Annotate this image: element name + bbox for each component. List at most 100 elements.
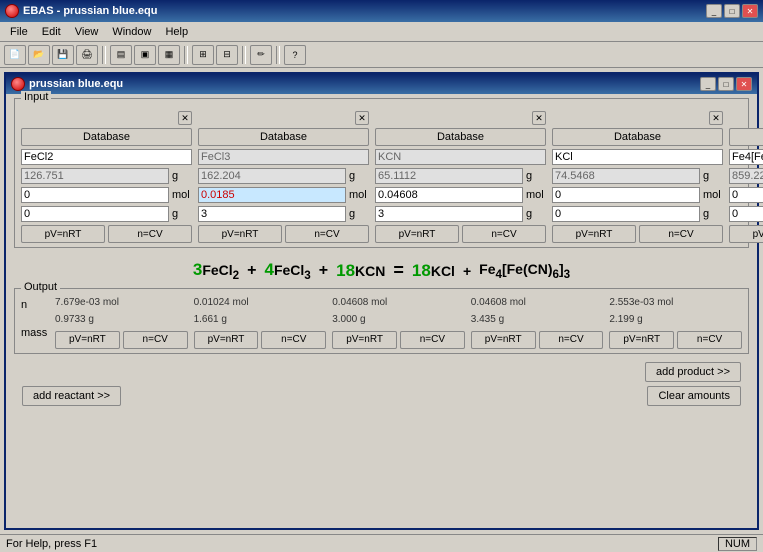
out-ncv-3[interactable]: n=CV bbox=[400, 331, 465, 349]
minimize-button[interactable]: _ bbox=[706, 4, 722, 18]
out-ncv-5[interactable]: n=CV bbox=[677, 331, 742, 349]
pvnrt-btn-5[interactable]: pV=nRT bbox=[729, 225, 763, 243]
open-button[interactable]: 📂 bbox=[28, 45, 50, 65]
close-compound-4[interactable]: ✕ bbox=[709, 111, 723, 125]
out-pvnrt-4[interactable]: pV=nRT bbox=[471, 331, 536, 349]
tool-2[interactable]: ▣ bbox=[134, 45, 156, 65]
out-ncv-2[interactable]: n=CV bbox=[261, 331, 326, 349]
add-reactant-button[interactable]: add reactant >> bbox=[22, 386, 121, 406]
add-product-button[interactable]: add product >> bbox=[645, 362, 741, 382]
inner-restore-button[interactable]: □ bbox=[718, 77, 734, 91]
mass-row-4: g bbox=[552, 206, 723, 222]
tool-1[interactable]: ▤ bbox=[110, 45, 132, 65]
ncv-btn-4[interactable]: n=CV bbox=[639, 225, 723, 243]
inner-close-button[interactable]: ✕ bbox=[736, 77, 752, 91]
inner-title-left: prussian blue.equ bbox=[11, 77, 123, 91]
inner-title-controls[interactable]: _ □ ✕ bbox=[700, 77, 752, 91]
output-col-5: 2.553e-03 mol 2.199 g pV=nRT n=CV bbox=[609, 297, 742, 349]
formula-input-5[interactable] bbox=[729, 149, 763, 165]
out-ncv-1[interactable]: n=CV bbox=[123, 331, 188, 349]
mass-input-2[interactable] bbox=[198, 206, 346, 222]
close-compound-1[interactable]: ✕ bbox=[178, 111, 192, 125]
bottom-left: add reactant >> bbox=[22, 386, 121, 406]
out-pvnrt-1[interactable]: pV=nRT bbox=[55, 331, 120, 349]
formula-row-2 bbox=[198, 149, 369, 165]
compound-col-2: ✕ Database g mol bbox=[198, 111, 369, 243]
pvnrt-btn-2[interactable]: pV=nRT bbox=[198, 225, 282, 243]
mass-input-5[interactable] bbox=[729, 206, 763, 222]
clear-amounts-button[interactable]: Clear amounts bbox=[647, 386, 741, 406]
eq-p2: Fe4[Fe(CN)6]3 bbox=[479, 261, 570, 281]
inner-title: prussian blue.equ bbox=[29, 78, 123, 90]
mw-row-2: g bbox=[198, 168, 369, 184]
out-mass-3: 3.000 g bbox=[332, 314, 465, 325]
database-btn-3[interactable]: Database bbox=[375, 128, 546, 146]
pvnrt-btn-3[interactable]: pV=nRT bbox=[375, 225, 459, 243]
tool-3[interactable]: ▦ bbox=[158, 45, 180, 65]
separator-2 bbox=[184, 46, 188, 64]
save-button[interactable]: 💾 bbox=[52, 45, 74, 65]
database-btn-4[interactable]: Database bbox=[552, 128, 723, 146]
out-btn-row-4: pV=nRT n=CV bbox=[471, 331, 604, 349]
mass-input-3[interactable] bbox=[375, 206, 523, 222]
tool-4[interactable]: ⊞ bbox=[192, 45, 214, 65]
formula-input-2[interactable] bbox=[198, 149, 369, 165]
mass-row-2: g bbox=[198, 206, 369, 222]
output-col-3: 0.04608 mol 3.000 g pV=nRT n=CV bbox=[332, 297, 465, 349]
pvnrt-btn-1[interactable]: pV=nRT bbox=[21, 225, 105, 243]
n-input-2[interactable] bbox=[198, 187, 346, 203]
help-button[interactable]: ? bbox=[284, 45, 306, 65]
close-compound-2[interactable]: ✕ bbox=[355, 111, 369, 125]
n-input-1[interactable] bbox=[21, 187, 169, 203]
out-pvnrt-2[interactable]: pV=nRT bbox=[194, 331, 259, 349]
n-input-3[interactable] bbox=[375, 187, 523, 203]
ncv-btn-2[interactable]: n=CV bbox=[285, 225, 369, 243]
mw-input-2 bbox=[198, 168, 346, 184]
menu-edit[interactable]: Edit bbox=[36, 25, 67, 39]
menu-file[interactable]: File bbox=[4, 25, 34, 39]
menu-view[interactable]: View bbox=[69, 25, 105, 39]
pvnrt-btn-4[interactable]: pV=nRT bbox=[552, 225, 636, 243]
mw-unit-4: g bbox=[703, 170, 723, 182]
eq-r2-coeff: 4 bbox=[264, 260, 273, 280]
formula-input-3[interactable] bbox=[375, 149, 546, 165]
pencil-button[interactable]: ✏ bbox=[250, 45, 272, 65]
database-btn-5[interactable]: Database bbox=[729, 128, 763, 146]
n-input-5[interactable] bbox=[729, 187, 763, 203]
main-content: Input ✕ Database g bbox=[6, 94, 757, 414]
restore-button[interactable]: □ bbox=[724, 4, 740, 18]
inner-minimize-button[interactable]: _ bbox=[700, 77, 716, 91]
database-btn-2[interactable]: Database bbox=[198, 128, 369, 146]
out-ncv-4[interactable]: n=CV bbox=[539, 331, 604, 349]
formula-input-1[interactable] bbox=[21, 149, 192, 165]
menu-window[interactable]: Window bbox=[106, 25, 157, 39]
out-mass-4: 3.435 g bbox=[471, 314, 604, 325]
close-button[interactable]: ✕ bbox=[742, 4, 758, 18]
mw-unit-2: g bbox=[349, 170, 369, 182]
btn-row-2: pV=nRT n=CV bbox=[198, 225, 369, 243]
database-btn-1[interactable]: Database bbox=[21, 128, 192, 146]
tool-5[interactable]: ⊟ bbox=[216, 45, 238, 65]
formula-row-4 bbox=[552, 149, 723, 165]
output-col-4: 0.04608 mol 3.435 g pV=nRT n=CV bbox=[471, 297, 604, 349]
ncv-btn-3[interactable]: n=CV bbox=[462, 225, 546, 243]
ncv-btn-1[interactable]: n=CV bbox=[108, 225, 192, 243]
title-bar-left: EBAS - prussian blue.equ bbox=[5, 4, 157, 18]
eq-p1-coeff: 18 bbox=[412, 261, 431, 281]
title-bar-controls[interactable]: _ □ ✕ bbox=[706, 4, 758, 18]
out-pvnrt-5[interactable]: pV=nRT bbox=[609, 331, 674, 349]
n-input-4[interactable] bbox=[552, 187, 700, 203]
new-button[interactable]: 📄 bbox=[4, 45, 26, 65]
n-unit-3: mol bbox=[526, 189, 546, 201]
mass-input-1[interactable] bbox=[21, 206, 169, 222]
print-button[interactable]: 🖨 bbox=[76, 45, 98, 65]
out-pvnrt-3[interactable]: pV=nRT bbox=[332, 331, 397, 349]
close-compound-3[interactable]: ✕ bbox=[532, 111, 546, 125]
mass-input-4[interactable] bbox=[552, 206, 700, 222]
btn-row-4: pV=nRT n=CV bbox=[552, 225, 723, 243]
menu-help[interactable]: Help bbox=[159, 25, 194, 39]
output-col-2: 0.01024 mol 1.661 g pV=nRT n=CV bbox=[194, 297, 327, 349]
formula-input-4[interactable] bbox=[552, 149, 723, 165]
menu-bar: File Edit View Window Help bbox=[0, 22, 763, 42]
mass-unit-4: g bbox=[703, 208, 723, 220]
